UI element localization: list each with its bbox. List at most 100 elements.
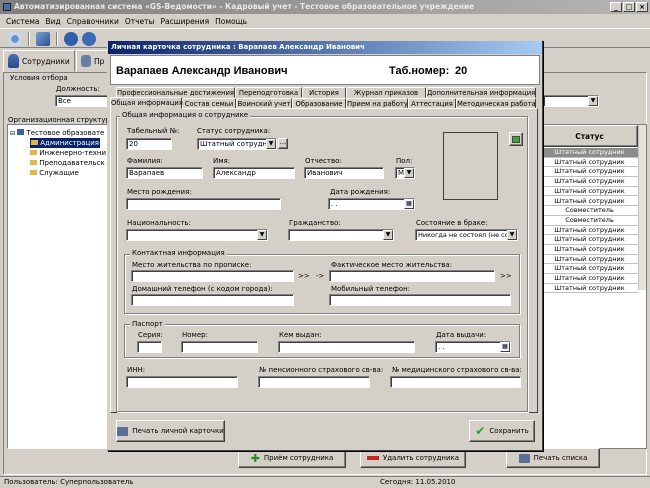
copy-address-button[interactable]: >>: [298, 272, 310, 280]
table-row[interactable]: Штатный сотрудник: [541, 148, 638, 158]
tree-item-engineering[interactable]: Инженерно-техни: [30, 148, 106, 158]
close-button[interactable]: ×: [636, 2, 648, 12]
position-select[interactable]: Все: [55, 95, 111, 107]
status-more-button[interactable]: ···: [278, 138, 288, 149]
tree-item-label: Инженерно-техни: [39, 149, 107, 157]
birthplace-input[interactable]: [126, 198, 281, 210]
table-row[interactable]: Штатный сотрудник: [541, 274, 638, 284]
table-row[interactable]: Штатный сотрудник: [541, 254, 638, 265]
help-icon[interactable]: [64, 32, 78, 46]
photo-frame[interactable]: [443, 132, 498, 200]
filter-title: Условия отбора: [10, 74, 68, 82]
copy-address-back-button[interactable]: >>: [500, 272, 512, 280]
number-input[interactable]: [181, 341, 258, 353]
series-input[interactable]: [137, 341, 162, 353]
status-select[interactable]: Штатный сотрудник ▼: [197, 138, 277, 150]
issued-by-input[interactable]: [278, 341, 415, 353]
table-row[interactable]: Штатный сотрудник: [541, 235, 638, 245]
tree-item-label: Служащие: [39, 169, 79, 177]
table-row[interactable]: Штатный сотрудник: [541, 264, 638, 275]
chevron-down-icon[interactable]: ▼: [588, 96, 598, 106]
table-row[interactable]: Штатный сотрудник: [541, 225, 638, 236]
tab-general-info[interactable]: Общая информация: [110, 97, 183, 109]
reg-address-input[interactable]: [131, 270, 294, 282]
chevron-down-icon[interactable]: ▼: [257, 230, 267, 240]
tab-second[interactable]: Пр: [76, 50, 110, 72]
folder-icon: [30, 170, 37, 175]
lastname-input[interactable]: Варапаев: [126, 167, 203, 179]
save-button[interactable]: ✔ Сохранить: [469, 420, 535, 442]
medical-input[interactable]: [390, 376, 521, 388]
maximize-button[interactable]: □: [623, 2, 635, 12]
tab-employees[interactable]: Сотрудники: [3, 50, 75, 72]
tree-item-administration[interactable]: Администрация: [30, 138, 101, 148]
firstname-input[interactable]: Александр: [213, 167, 295, 179]
position-select-right[interactable]: ▼: [543, 95, 599, 107]
pension-input[interactable]: [258, 376, 370, 388]
menu-view[interactable]: Вид: [45, 17, 60, 26]
org-icon: [17, 129, 25, 135]
home-phone-input[interactable]: [131, 294, 294, 306]
folder-icon: [31, 140, 38, 145]
tab-history[interactable]: История: [302, 87, 346, 98]
issue-date-input[interactable]: . . ▦: [435, 341, 511, 353]
table-row[interactable]: Штатный сотрудник: [541, 196, 638, 207]
chevron-down-icon[interactable]: ▼: [266, 139, 276, 149]
citizenship-select[interactable]: ▼: [288, 229, 394, 241]
info-icon[interactable]: [82, 32, 96, 46]
app-icon: [3, 3, 11, 11]
birthdate-value: . .: [331, 200, 338, 208]
table-row[interactable]: Штатный сотрудник: [541, 177, 638, 187]
grid-scrollbar[interactable]: [638, 125, 646, 290]
mobile-input[interactable]: [329, 294, 511, 306]
status-label: Статус сотрудника:: [197, 127, 271, 135]
window-title-text: Автоматизированная система «GS-Ведомости…: [14, 2, 475, 11]
print-list-button[interactable]: Печать списка: [506, 448, 600, 468]
table-row[interactable]: Совместитель: [541, 206, 638, 216]
menu-help[interactable]: Помощь: [215, 17, 247, 26]
menu-directories[interactable]: Справочники: [67, 17, 119, 26]
print-card-button[interactable]: Печать личной карточки: [116, 420, 225, 442]
menu-reports[interactable]: Отчеты: [125, 17, 155, 26]
org-tree[interactable]: ⊟ Тестовое образовате Администрация Инже…: [7, 124, 108, 449]
minimize-button[interactable]: _: [610, 2, 622, 12]
table-row[interactable]: Совместитель: [541, 215, 638, 226]
collapse-icon[interactable]: ⊟: [10, 130, 15, 137]
marital-select[interactable]: Никогда не состоял (не сос ▼: [415, 229, 518, 241]
sex-select[interactable]: М ▼: [395, 167, 415, 179]
tree-item-teachers[interactable]: Преподавательск: [30, 158, 105, 168]
image-icon: [512, 135, 520, 143]
menu-extensions[interactable]: Расширения: [160, 17, 209, 26]
birthdate-input[interactable]: . . ▦: [328, 198, 415, 210]
tree-item-staff[interactable]: Служащие: [30, 168, 79, 178]
photo-load-button[interactable]: [509, 132, 523, 146]
table-row[interactable]: Штатный сотрудник: [541, 157, 638, 168]
citizenship-label: Гражданство:: [289, 219, 341, 227]
table-row[interactable]: Штатный сотрудник: [541, 186, 638, 197]
patronymic-input[interactable]: Иванович: [304, 167, 384, 179]
actual-address-input[interactable]: [329, 270, 495, 282]
status-column-header[interactable]: Статус: [541, 125, 638, 147]
menu-system[interactable]: Система: [6, 17, 39, 26]
nationality-select[interactable]: ▼: [126, 229, 268, 241]
calendar-icon[interactable]: ▦: [500, 342, 510, 352]
hire-employee-button[interactable]: ✚ Приём сотрудника: [238, 448, 346, 468]
marital-value: Никогда не состоял (не сос: [418, 231, 513, 239]
chevron-down-icon[interactable]: ▼: [404, 168, 414, 178]
calendar-icon[interactable]: ▦: [404, 199, 414, 209]
chevron-down-icon[interactable]: ▼: [507, 230, 517, 240]
table-row[interactable]: Штатный сотрудник: [541, 283, 638, 294]
table-row[interactable]: Штатный сотрудник: [541, 245, 638, 255]
issued-by-label: Кем выдан:: [279, 331, 322, 339]
tab-orders-journal[interactable]: Журнал приказов: [346, 87, 426, 98]
delete-employee-button[interactable]: Удалить сотрудника: [360, 448, 466, 468]
inn-input[interactable]: [126, 376, 238, 388]
tab-num-input[interactable]: 20: [126, 138, 172, 150]
tab-retraining[interactable]: Переподготовка: [235, 87, 302, 98]
chevron-down-icon[interactable]: ▼: [383, 230, 393, 240]
patronymic-value: Иванович: [307, 169, 343, 177]
edit-icon[interactable]: [36, 32, 50, 46]
settings-icon[interactable]: [8, 32, 22, 46]
tab-additional-info[interactable]: Дополнительная информация: [426, 87, 536, 98]
table-row[interactable]: Штатный сотрудник: [541, 167, 638, 178]
